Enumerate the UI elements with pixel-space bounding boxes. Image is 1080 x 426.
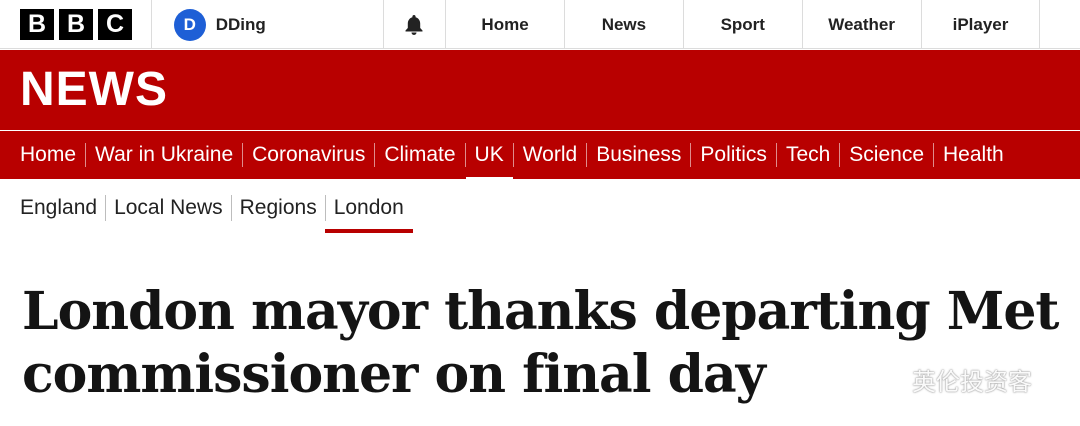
nav-climate[interactable]: Climate <box>374 143 464 167</box>
subnav-regions[interactable]: Regions <box>230 195 325 221</box>
secondary-nav: England Local News Regions London <box>0 186 1080 233</box>
topnav-weather[interactable]: Weather <box>803 0 922 49</box>
nav-politics[interactable]: Politics <box>690 143 776 167</box>
topnav-home[interactable]: Home <box>446 0 565 49</box>
topnav-overflow[interactable] <box>1040 0 1080 49</box>
watermark-text: 英伦投资客 <box>912 369 1032 396</box>
primary-nav: Home War in Ukraine Coronavirus Climate … <box>0 131 1080 181</box>
watermark: 英伦投资客 <box>862 362 1032 397</box>
top-bar: B B C D DDing Home News Sport Weather iP… <box>0 0 1080 49</box>
topnav-news[interactable]: News <box>565 0 684 49</box>
news-masthead: NEWS <box>0 50 1080 130</box>
nav-war-in-ukraine[interactable]: War in Ukraine <box>85 143 242 167</box>
subnav-england[interactable]: England <box>12 195 105 221</box>
nav-health[interactable]: Health <box>933 143 1013 167</box>
bbc-logo[interactable]: B B C <box>0 0 152 49</box>
nav-home[interactable]: Home <box>11 143 85 167</box>
nav-science[interactable]: Science <box>839 143 933 167</box>
account-name: DDing <box>215 14 266 34</box>
topnav-iplayer[interactable]: iPlayer <box>922 0 1041 49</box>
account-button[interactable]: D DDing <box>152 0 384 49</box>
news-logo[interactable]: NEWS <box>20 62 168 117</box>
subnav-local-news[interactable]: Local News <box>105 195 231 221</box>
wechat-icon <box>863 364 905 395</box>
bbc-logo-letter: B <box>59 9 93 40</box>
nav-business[interactable]: Business <box>586 143 690 167</box>
nav-uk[interactable]: UK <box>464 143 513 181</box>
bell-icon <box>405 14 423 35</box>
subnav-london[interactable]: London <box>324 195 413 233</box>
nav-tech[interactable]: Tech <box>775 143 839 167</box>
bbc-logo-letter: B <box>20 9 54 40</box>
topnav-sport[interactable]: Sport <box>684 0 803 49</box>
notifications-button[interactable] <box>384 0 447 49</box>
nav-coronavirus[interactable]: Coronavirus <box>242 143 374 167</box>
avatar: D <box>173 8 206 41</box>
bbc-logo-letter: C <box>98 9 132 40</box>
nav-world[interactable]: World <box>512 143 586 167</box>
